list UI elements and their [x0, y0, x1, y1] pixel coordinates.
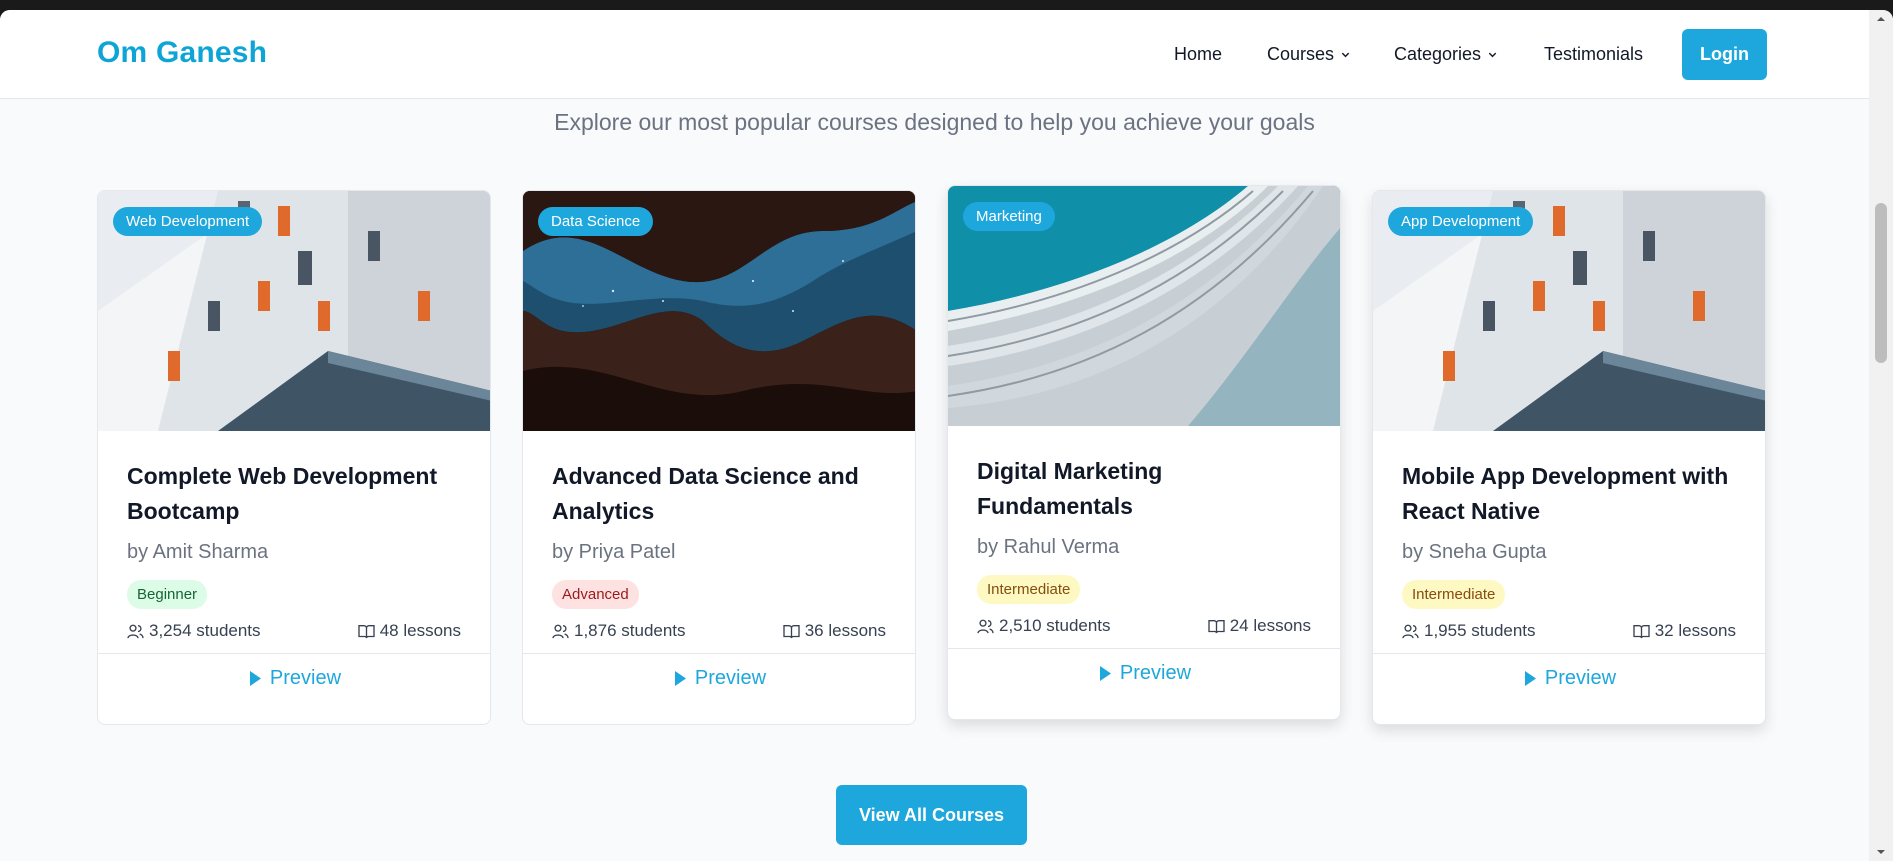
- course-thumbnail: Web Development: [98, 191, 490, 431]
- navbar: Om Ganesh Home Courses Categories Testim…: [0, 10, 1869, 99]
- preview-button[interactable]: Preview: [948, 662, 1340, 685]
- card-divider: [523, 653, 915, 654]
- course-title[interactable]: Digital Marketing Fundamentals: [977, 454, 1322, 524]
- preview-button[interactable]: Preview: [1373, 667, 1765, 690]
- scroll-up-arrow-icon[interactable]: [1876, 14, 1886, 24]
- preview-label: Preview: [694, 667, 767, 689]
- course-title[interactable]: Mobile App Development with React Native: [1402, 459, 1747, 529]
- course-thumbnail: Data Science: [523, 191, 915, 431]
- course-author: by Priya Patel: [552, 541, 676, 563]
- student-count: 2,510 students: [977, 616, 1111, 636]
- lesson-count: 36 lessons: [783, 621, 886, 641]
- category-badge: Web Development: [113, 207, 263, 236]
- students-label: 1,955 students: [1424, 621, 1536, 640]
- users-icon: [977, 619, 994, 633]
- level-badge: Intermediate: [977, 575, 1081, 604]
- lessons-label: 32 lessons: [1654, 621, 1736, 640]
- lessons-label: 48 lessons: [379, 621, 461, 640]
- scroll-down-arrow-icon[interactable]: [1876, 847, 1886, 857]
- level-badge: Intermediate: [1402, 580, 1506, 609]
- lesson-count: 48 lessons: [358, 621, 461, 641]
- preview-button[interactable]: Preview: [523, 667, 915, 690]
- card-divider: [1373, 653, 1765, 654]
- preview-label: Preview: [1119, 662, 1192, 684]
- page-content: Om Ganesh Home Courses Categories Testim…: [0, 10, 1869, 861]
- view-all-courses-button[interactable]: View All Courses: [836, 785, 1027, 845]
- vertical-scrollbar[interactable]: [1869, 10, 1893, 861]
- course-author: by Rahul Verma: [977, 536, 1120, 558]
- lessons-label: 24 lessons: [1229, 616, 1311, 635]
- preview-button[interactable]: Preview: [98, 667, 490, 690]
- book-icon: [783, 624, 800, 638]
- course-title[interactable]: Advanced Data Science and Analytics: [552, 459, 897, 529]
- play-icon: [249, 671, 261, 686]
- nav-categories-label: Categories: [1394, 44, 1482, 64]
- play-icon: [1524, 671, 1536, 686]
- login-button[interactable]: Login: [1682, 29, 1767, 80]
- course-author: by Amit Sharma: [127, 541, 269, 563]
- chevron-down-icon: [1341, 52, 1350, 58]
- card-divider: [948, 648, 1340, 649]
- students-label: 1,876 students: [574, 621, 686, 640]
- book-icon: [1208, 619, 1225, 633]
- category-badge: Marketing: [963, 202, 1055, 231]
- course-title[interactable]: Complete Web Development Bootcamp: [127, 459, 472, 529]
- play-icon: [1099, 666, 1111, 681]
- section-subtitle: Explore our most popular courses designe…: [554, 109, 1315, 135]
- book-icon: [1633, 624, 1650, 638]
- nav-testimonials-link[interactable]: Testimonials: [1544, 44, 1643, 65]
- chevron-down-icon: [1488, 52, 1497, 58]
- lesson-count: 32 lessons: [1633, 621, 1736, 641]
- course-card-data-science[interactable]: Data Science Advanced Data Science and A…: [522, 190, 916, 725]
- users-icon: [1402, 624, 1419, 638]
- book-icon: [358, 624, 375, 638]
- category-badge: App Development: [1388, 207, 1534, 236]
- student-count: 3,254 students: [127, 621, 261, 641]
- preview-label: Preview: [1544, 667, 1617, 689]
- card-divider: [98, 653, 490, 654]
- play-icon: [674, 671, 686, 686]
- course-thumbnail: App Development: [1373, 191, 1765, 431]
- scrollbar-thumb[interactable]: [1875, 203, 1887, 363]
- nav-courses-dropdown[interactable]: Courses: [1267, 44, 1351, 65]
- lessons-label: 36 lessons: [804, 621, 886, 640]
- course-card-marketing[interactable]: Marketing Digital Marketing Fundamentals…: [947, 185, 1341, 720]
- category-badge: Data Science: [538, 207, 654, 236]
- nav-home-link[interactable]: Home: [1174, 44, 1222, 65]
- level-badge: Advanced: [552, 580, 639, 609]
- nav-testimonials-label: Testimonials: [1544, 44, 1644, 64]
- nav-home-label: Home: [1174, 44, 1223, 64]
- students-label: 3,254 students: [149, 621, 261, 640]
- student-count: 1,955 students: [1402, 621, 1536, 641]
- course-author: by Sneha Gupta: [1402, 541, 1547, 563]
- brand-logo[interactable]: Om Ganesh: [97, 36, 267, 70]
- student-count: 1,876 students: [552, 621, 686, 641]
- users-icon: [127, 624, 144, 638]
- lesson-count: 24 lessons: [1208, 616, 1311, 636]
- nav-categories-dropdown[interactable]: Categories: [1394, 44, 1498, 65]
- level-badge: Beginner: [127, 580, 208, 609]
- preview-label: Preview: [269, 667, 342, 689]
- students-label: 2,510 students: [999, 616, 1111, 635]
- course-card-app-development[interactable]: App Development Mobile App Development w…: [1372, 190, 1766, 725]
- browser-window: Om Ganesh Home Courses Categories Testim…: [0, 10, 1893, 861]
- course-thumbnail: Marketing: [948, 186, 1340, 426]
- users-icon: [552, 624, 569, 638]
- nav-courses-label: Courses: [1267, 44, 1335, 64]
- course-card-web-development[interactable]: Web Development Complete Web Development…: [97, 190, 491, 725]
